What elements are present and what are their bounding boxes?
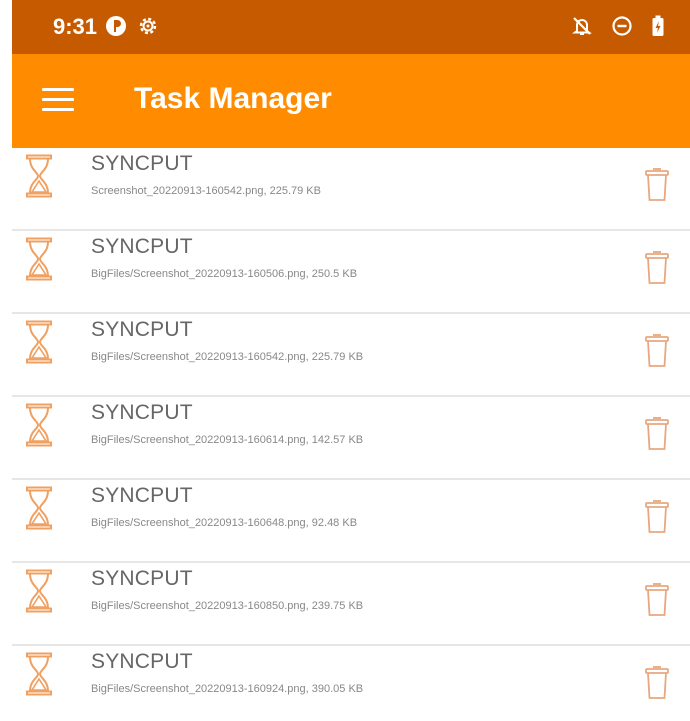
- task-detail: Screenshot_20220913-160542.png, 225.79 K…: [91, 185, 321, 197]
- do-not-disturb-icon: [612, 16, 632, 36]
- task-name: SYNCPUT: [91, 567, 193, 590]
- status-time: 9:31: [53, 14, 98, 39]
- task-detail: BigFiles/Screenshot_20220913-160614.png,…: [91, 434, 364, 446]
- task-name: SYNCPUT: [91, 152, 193, 175]
- task-row[interactable]: SYNCPUT BigFiles/Screenshot_20220913-160…: [12, 397, 690, 480]
- task-name: SYNCPUT: [91, 484, 193, 507]
- trash-icon[interactable]: [644, 500, 670, 534]
- task-row[interactable]: SYNCPUT Screenshot_20220913-160542.png, …: [12, 148, 690, 231]
- app-frame: 9:31 Task Manager SYNCPUT Screenshot_202…: [12, 0, 690, 721]
- hourglass-icon: [26, 320, 52, 364]
- task-detail: BigFiles/Screenshot_20220913-160506.png,…: [91, 268, 358, 280]
- task-list: SYNCPUT Screenshot_20220913-160542.png, …: [12, 148, 690, 721]
- hourglass-icon: [26, 237, 52, 281]
- task-detail: BigFiles/Screenshot_20220913-160542.png,…: [91, 351, 364, 363]
- task-detail: BigFiles/Screenshot_20220913-160850.png,…: [91, 600, 364, 612]
- task-detail: BigFiles/Screenshot_20220913-160648.png,…: [91, 517, 358, 529]
- task-detail: BigFiles/Screenshot_20220913-160924.png,…: [91, 683, 364, 695]
- app-title: Task Manager: [134, 82, 332, 115]
- trash-icon[interactable]: [644, 666, 670, 700]
- notifications-off-icon: [572, 17, 592, 35]
- task-row[interactable]: SYNCPUT BigFiles/Screenshot_20220913-160…: [12, 563, 690, 646]
- hourglass-icon: [26, 154, 52, 198]
- task-row[interactable]: SYNCPUT BigFiles/Screenshot_20220913-160…: [12, 314, 690, 397]
- hourglass-icon: [26, 652, 52, 696]
- trash-icon[interactable]: [644, 168, 670, 202]
- task-row[interactable]: SYNCPUT BigFiles/Screenshot_20220913-160…: [12, 231, 690, 314]
- task-name: SYNCPUT: [91, 650, 193, 673]
- settings-gear-icon: [139, 17, 157, 35]
- task-row[interactable]: SYNCPUT BigFiles/Screenshot_20220913-160…: [12, 646, 690, 721]
- hourglass-icon: [26, 486, 52, 530]
- status-bar: 9:31: [12, 0, 690, 54]
- app-bar: Task Manager: [12, 54, 690, 148]
- trash-icon[interactable]: [644, 251, 670, 285]
- trash-icon[interactable]: [644, 334, 670, 368]
- hourglass-icon: [26, 569, 52, 613]
- task-name: SYNCPUT: [91, 235, 193, 258]
- app-p-icon: [106, 16, 126, 36]
- trash-icon[interactable]: [644, 417, 670, 451]
- task-name: SYNCPUT: [91, 318, 193, 341]
- battery-icon: [652, 15, 664, 36]
- trash-icon[interactable]: [644, 583, 670, 617]
- hourglass-icon: [26, 403, 52, 447]
- hamburger-menu-icon[interactable]: [42, 88, 74, 112]
- task-row[interactable]: SYNCPUT BigFiles/Screenshot_20220913-160…: [12, 480, 690, 563]
- task-name: SYNCPUT: [91, 401, 193, 424]
